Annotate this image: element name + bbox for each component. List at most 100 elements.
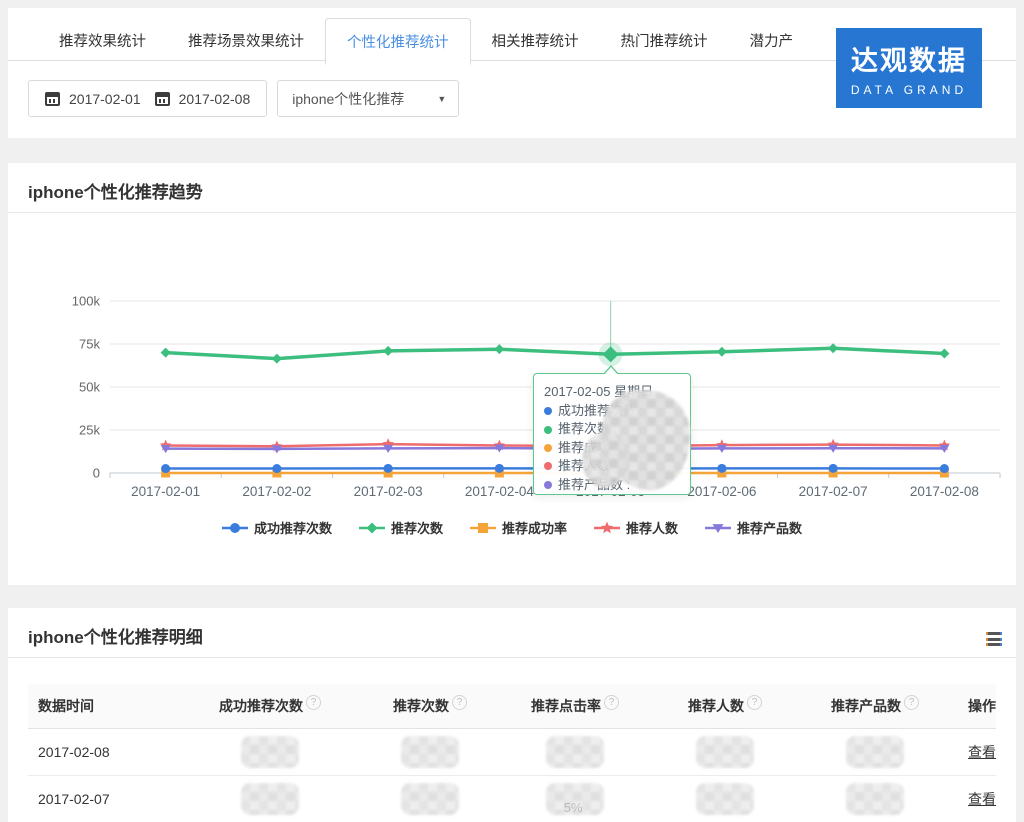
menu-icon[interactable] (986, 632, 1002, 649)
brand-logo-cn: 达观数据 (851, 39, 967, 78)
column-header-1: 数据时间 (28, 684, 190, 728)
legend-item-2[interactable]: 推荐次数 (359, 518, 443, 537)
redacted-value (696, 783, 754, 815)
svg-text:2017-02-08: 2017-02-08 (910, 484, 979, 499)
circle-marker-icon (222, 521, 248, 535)
view-link[interactable]: 查看 (968, 742, 996, 762)
tab-4[interactable]: 相关推荐统计 (471, 18, 600, 65)
column-header-7: 操作 (940, 684, 996, 728)
chart-legend: 成功推荐次数 推荐次数 推荐成功率 推荐人数 推荐产品数 (8, 518, 1016, 537)
legend-item-4[interactable]: 推荐人数 (594, 518, 678, 537)
cell-value (190, 729, 350, 775)
triangle-down-marker-icon (705, 521, 731, 535)
tab-1[interactable]: 推荐效果统计 (38, 18, 167, 65)
redacted-value (696, 736, 754, 768)
column-header-3: 推荐次数? (350, 684, 510, 728)
tooltip-arrow (603, 367, 619, 376)
column-header-label: 推荐人数 (688, 696, 744, 716)
legend-label: 成功推荐次数 (254, 518, 332, 537)
redacted-value (401, 783, 459, 815)
divider (8, 657, 1016, 658)
column-header-2: 成功推荐次数? (190, 684, 350, 728)
table-row: 2017-02-075%查看 (28, 775, 996, 822)
svg-text:100k: 100k (72, 294, 101, 309)
svg-text:2017-02-07: 2017-02-07 (799, 484, 868, 499)
rect-marker-icon (470, 521, 496, 535)
redacted-value (846, 783, 904, 815)
date-to-value: 2017-02-08 (179, 91, 251, 107)
help-question-icon[interactable]: ? (604, 695, 619, 710)
table-row: 2017-02-08 查看 (28, 728, 996, 775)
chart-tooltip: 2017-02-05 星期日 成功推荐次数 :推荐次数 :推荐成功率 :推荐人数… (533, 373, 691, 495)
date-to-field[interactable]: 2017-02-08 (155, 91, 251, 107)
view-link[interactable]: 查看 (968, 789, 996, 809)
legend-label: 推荐成功率 (502, 518, 567, 537)
redacted-value: 5% (546, 783, 604, 815)
cell-value (350, 776, 510, 822)
svg-text:2017-02-02: 2017-02-02 (242, 484, 311, 499)
series-color-dot (544, 426, 552, 434)
help-question-icon[interactable]: ? (904, 695, 919, 710)
svg-text:25k: 25k (79, 423, 100, 438)
help-question-icon[interactable]: ? (452, 695, 467, 710)
date-from-value: 2017-02-01 (69, 91, 141, 107)
star-marker-icon (594, 521, 620, 535)
cell-value (640, 729, 810, 775)
date-range-picker[interactable]: 2017-02-01 2017-02-08 (28, 80, 267, 117)
brand-logo: 达观数据 DATA GRAND (836, 28, 982, 108)
value-blur-blob (846, 783, 904, 815)
calendar-icon (45, 92, 60, 106)
date-from-field[interactable]: 2017-02-01 (45, 91, 141, 107)
column-header-label: 操作 (968, 696, 996, 716)
trend-chart-card: iphone个性化推荐趋势 025k50k75k100k2017-02-0120… (8, 163, 1016, 585)
header-card: 推荐效果统计推荐场景效果统计个性化推荐统计相关推荐统计热门推荐统计潜力产 201… (8, 8, 1016, 138)
help-question-icon[interactable]: ? (306, 695, 321, 710)
svg-text:75k: 75k (79, 337, 100, 352)
tab-2[interactable]: 推荐场景效果统计 (167, 18, 325, 65)
legend-item-3[interactable]: 推荐成功率 (470, 518, 567, 537)
column-header-label: 推荐次数 (393, 696, 449, 716)
cell-value (190, 776, 350, 822)
value-blur-blob (546, 783, 604, 815)
redacted-value (401, 736, 459, 768)
cell-value (350, 729, 510, 775)
series-color-dot (544, 481, 552, 489)
column-header-label: 成功推荐次数 (219, 696, 303, 716)
tab-bar: 推荐效果统计推荐场景效果统计个性化推荐统计相关推荐统计热门推荐统计潜力产 (38, 18, 814, 65)
value-blur-blob (846, 736, 904, 768)
series-color-dot (544, 407, 552, 415)
chevron-down-icon: ▼ (437, 94, 446, 104)
svg-text:2017-02-06: 2017-02-06 (687, 484, 756, 499)
redacted-value (241, 736, 299, 768)
legend-label: 推荐产品数 (737, 518, 802, 537)
calendar-icon (155, 92, 170, 106)
cell-date: 2017-02-08 (28, 729, 190, 775)
series-color-dot (544, 462, 552, 470)
legend-item-5[interactable]: 推荐产品数 (705, 518, 802, 537)
cell-value (510, 729, 640, 775)
tab-6[interactable]: 潜力产 (729, 18, 815, 65)
svg-text:0: 0 (93, 466, 100, 481)
svg-text:2017-02-01: 2017-02-01 (131, 484, 200, 499)
redacted-value (241, 783, 299, 815)
filter-bar: 2017-02-01 2017-02-08 iphone个性化推荐 ▼ (28, 80, 459, 117)
redacted-values-blur (582, 432, 628, 488)
value-blur-blob (241, 736, 299, 768)
scene-select[interactable]: iphone个性化推荐 ▼ (277, 80, 459, 117)
column-header-label: 数据时间 (38, 696, 94, 716)
svg-text:2017-02-04: 2017-02-04 (465, 484, 535, 499)
legend-item-1[interactable]: 成功推荐次数 (222, 518, 332, 537)
column-header-label: 推荐点击率 (531, 696, 601, 716)
column-header-6: 推荐产品数? (810, 684, 940, 728)
cell-value: 5% (510, 776, 640, 822)
redacted-value (846, 736, 904, 768)
tab-3[interactable]: 个性化推荐统计 (325, 18, 471, 65)
value-blur-blob (696, 783, 754, 815)
cell-value (640, 776, 810, 822)
diamond-marker-icon (359, 521, 385, 535)
column-header-4: 推荐点击率? (510, 684, 640, 728)
tab-5[interactable]: 热门推荐统计 (600, 18, 729, 65)
svg-text:50k: 50k (79, 380, 100, 395)
help-question-icon[interactable]: ? (747, 695, 762, 710)
column-header-label: 推荐产品数 (831, 696, 901, 716)
